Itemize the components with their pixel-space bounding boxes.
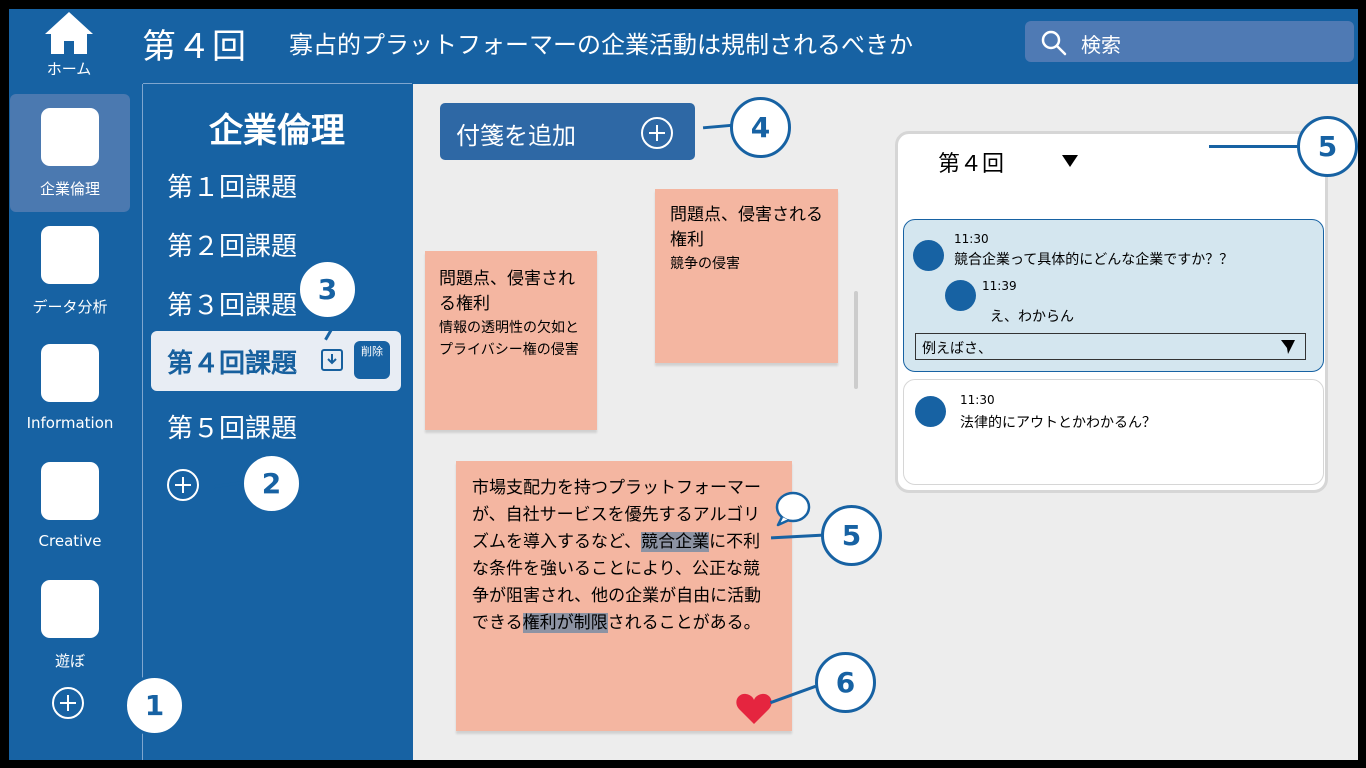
comment-time: 11:30 (954, 232, 989, 246)
callout-4: 4 (730, 97, 791, 158)
home-button[interactable]: ホーム (27, 9, 111, 83)
callout-2: 2 (241, 453, 302, 514)
lesson-item-4-active[interactable]: 第４回課題 削除 (151, 331, 401, 391)
lesson-item-label: 第４回課題 (167, 349, 298, 379)
plus-circle-icon (641, 117, 673, 149)
lesson-item-2[interactable]: 第２回課題 (167, 226, 297, 263)
add-lesson-icon[interactable] (166, 468, 200, 502)
highlighted-text[interactable]: 競合企業 (641, 532, 710, 552)
comment-thread[interactable]: 11:30 競合企業って具体的にどんな企業ですか？？ 11:39 え、わからん … (903, 219, 1324, 372)
sticky-note[interactable]: 問題点、侵害される権利 情報の透明性の欠如とプライバシー権の侵害 (425, 251, 597, 430)
course-thumbnail (41, 108, 99, 166)
rail-item-data-analysis[interactable]: データ分析 (10, 212, 130, 330)
search-icon (1041, 30, 1067, 56)
lesson-item-5[interactable]: 第５回課題 (167, 408, 297, 445)
rail-item-label: データ分析 (32, 298, 108, 316)
comment-panel: 第４回 11:30 競合企業って具体的にどんな企業ですか？？ 11:39 え、わ… (895, 131, 1328, 493)
callout-5: 5 (1297, 116, 1358, 177)
heart-icon[interactable] (735, 692, 773, 726)
comment-time: 11:30 (960, 393, 995, 407)
callout-line (213, 480, 245, 489)
course-thumbnail (41, 580, 99, 638)
search-placeholder: 検索 (1081, 33, 1121, 57)
add-sticky-note-button[interactable]: 付箋を追加 (440, 103, 695, 160)
rail-item-label: 企業倫理 (39, 180, 100, 198)
comment-thread[interactable]: 11:30 法律的にアウトとかわかるん？ (903, 379, 1324, 485)
sticky-note-canvas[interactable]: 付箋を追加 問題点、侵害される権利 情報の透明性の欠如とプライバシー権の侵害 問… (413, 84, 1358, 760)
send-icon[interactable] (1280, 339, 1296, 355)
rail-item-label: Information (26, 414, 114, 432)
caret-down-icon[interactable] (1061, 154, 1079, 168)
highlighted-text[interactable]: 権利が制限 (522, 613, 608, 633)
sticky-note[interactable]: 問題点、侵害される権利 競争の侵害 (655, 189, 838, 363)
note-body: 競争の侵害 (670, 256, 740, 272)
reply-time: 11:39 (982, 279, 1017, 293)
download-icon[interactable] (321, 349, 343, 371)
home-icon (45, 12, 93, 54)
round-title: 第４回 (142, 27, 247, 67)
note-body: 情報の透明性の欠如とプライバシー権の侵害 (439, 320, 579, 358)
callout-line (1209, 145, 1299, 148)
comment-text: 法律的にアウトとかわかるん？ (960, 415, 1156, 431)
rail-item-information[interactable]: Information (10, 330, 130, 448)
reply-text: え、わからん (990, 309, 1074, 325)
callout-6: 6 (815, 652, 876, 713)
note-heading: 問題点、侵害される権利 (439, 269, 575, 314)
rail-item-label: Creative (38, 532, 102, 550)
search-input[interactable]: 検索 (1025, 21, 1354, 62)
divider (143, 83, 412, 84)
device-frame: ホーム 第４回 寡占的プラットフォーマーの企業活動は規制されるべきか 検索 企業… (0, 0, 1366, 768)
avatar (913, 240, 944, 271)
round-selector[interactable]: 第４回 (938, 146, 1004, 178)
callout-5: 5 (821, 505, 882, 566)
page-title: 寡占的プラットフォーマーの企業活動は規制されるべきか (289, 31, 913, 59)
note-heading: 問題点、侵害される権利 (670, 205, 823, 250)
add-note-label: 付箋を追加 (456, 122, 576, 150)
course-thumbnail (41, 226, 99, 284)
comment-bubble-icon[interactable] (774, 491, 812, 527)
callout-3: 3 (297, 259, 358, 320)
comment-text: 競合企業って具体的にどんな企業ですか？？ (954, 252, 1234, 268)
app-screen: ホーム 第４回 寡占的プラットフォーマーの企業活動は規制されるべきか 検索 企業… (9, 9, 1358, 760)
course-title: 企業倫理 (209, 111, 345, 151)
course-thumbnail (41, 462, 99, 520)
scrollbar[interactable] (854, 291, 858, 389)
callout-1: 1 (124, 675, 185, 736)
rail-item-play[interactable]: 遊ぼ (10, 566, 130, 684)
rail-item-creative[interactable]: Creative (10, 448, 130, 566)
home-label: ホーム (46, 60, 92, 78)
lesson-item-1[interactable]: 第１回課題 (167, 167, 297, 204)
sticky-note-main[interactable]: 市場支配力を持つプラットフォーマーが、自社サービスを優先するアルゴリズムを導入す… (456, 461, 811, 731)
rail-item-business-ethics[interactable]: 企業倫理 (10, 94, 130, 212)
delete-button[interactable]: 削除 (354, 341, 390, 379)
add-course-icon[interactable] (51, 686, 85, 720)
avatar (915, 396, 946, 427)
reply-input[interactable]: 例えばさ、 (915, 333, 1306, 360)
lesson-item-3[interactable]: 第３回課題 (167, 285, 297, 322)
note-text: されることがある。 (607, 613, 761, 633)
divider (142, 84, 143, 760)
avatar (945, 280, 976, 311)
course-thumbnail (41, 344, 99, 402)
rail-item-label: 遊ぼ (54, 652, 85, 670)
